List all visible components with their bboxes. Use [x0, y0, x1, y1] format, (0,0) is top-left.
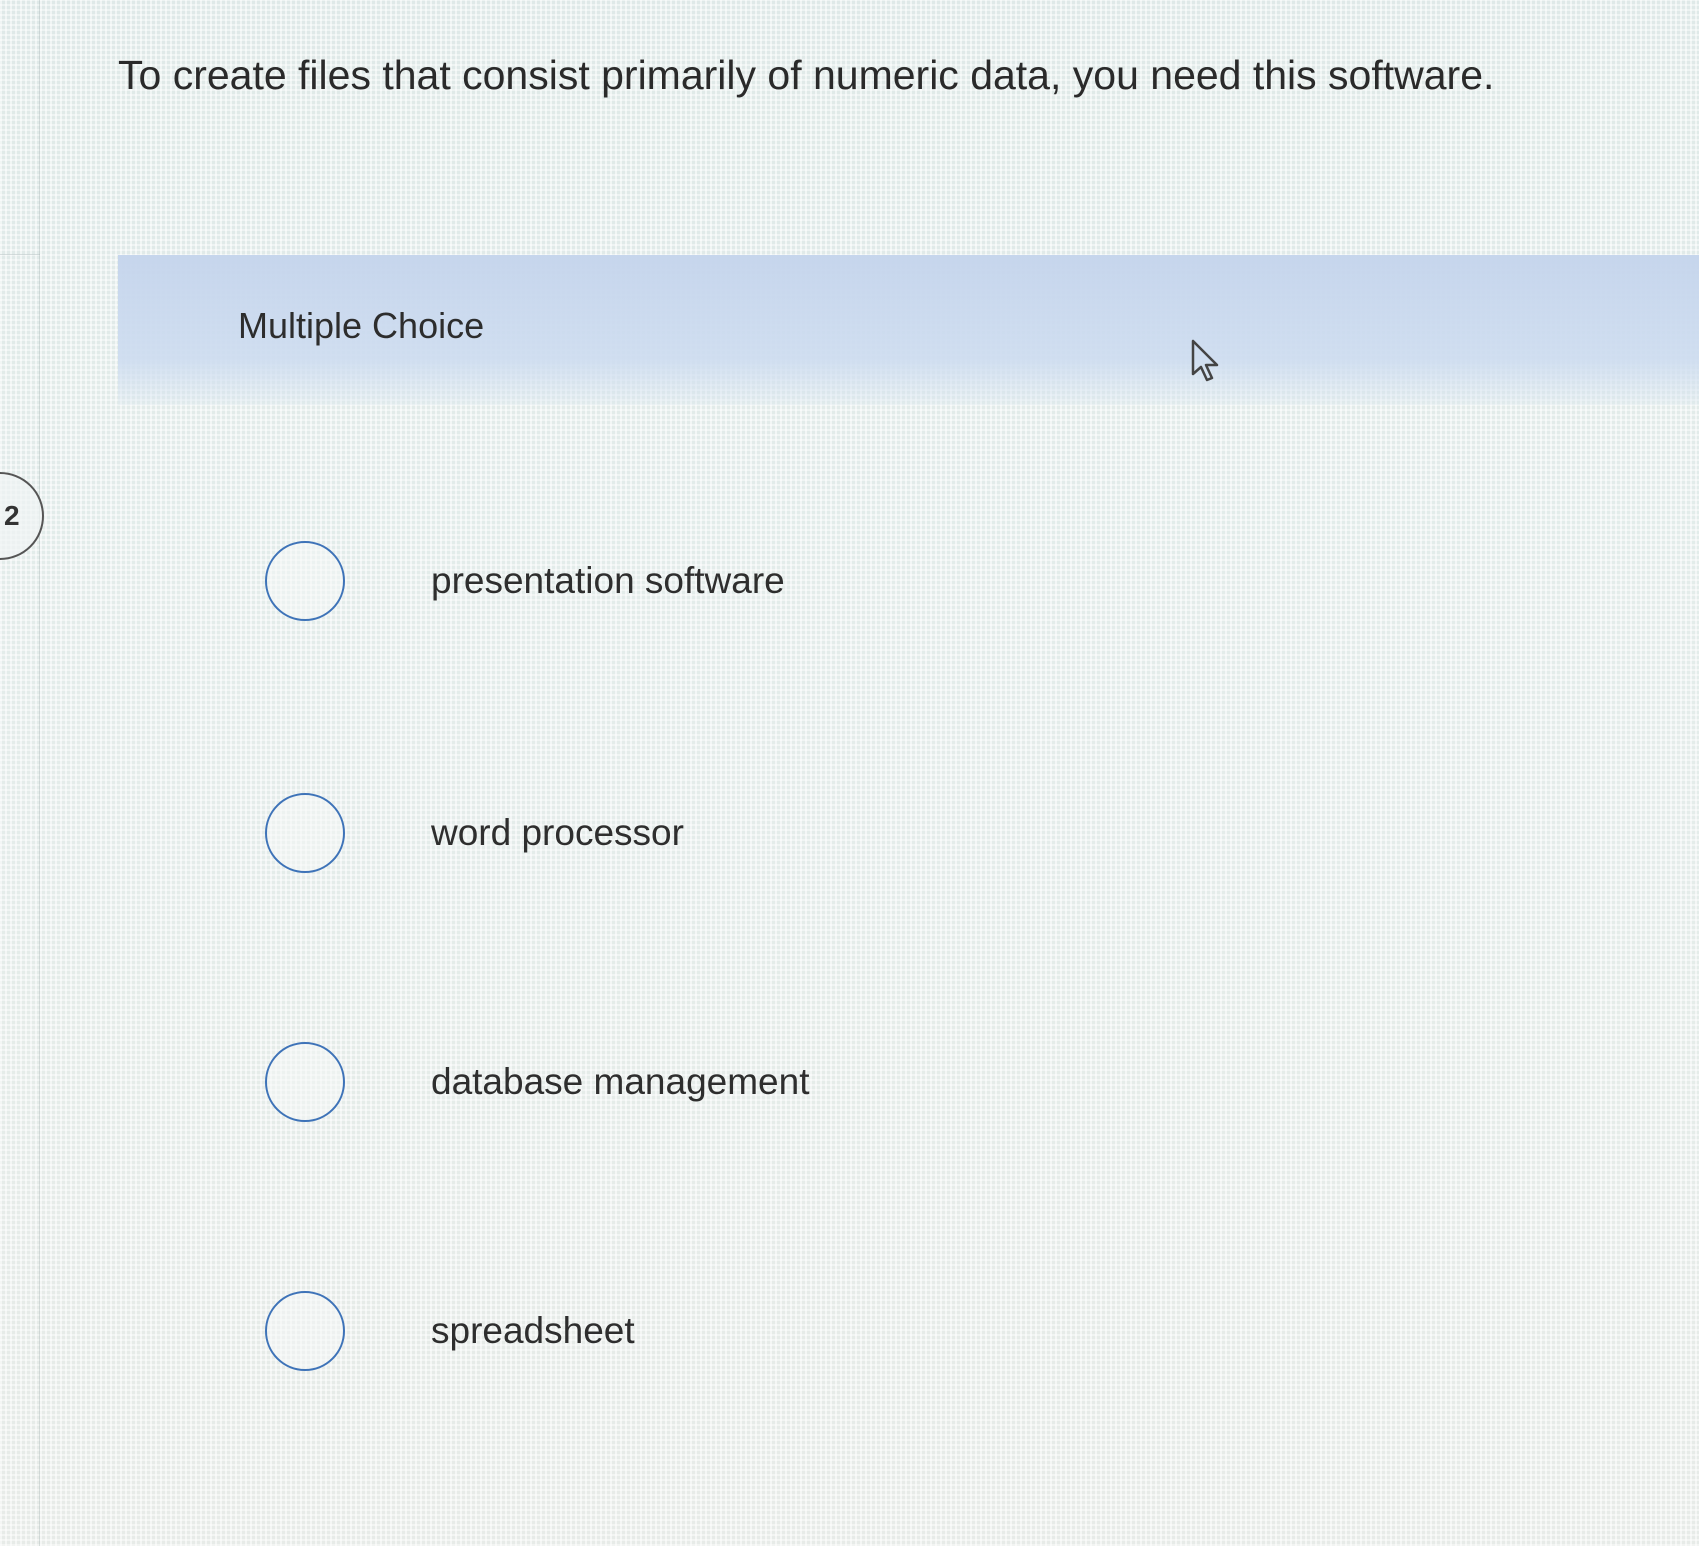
radio-circle-icon[interactable] [265, 1042, 345, 1122]
answer-option-label: word processor [431, 812, 684, 853]
mouse-pointer-icon [1191, 339, 1219, 382]
radio-circle-icon[interactable] [265, 1291, 345, 1371]
radio-circle-icon[interactable] [265, 541, 345, 621]
answer-option-presentation-software[interactable]: presentation software [265, 536, 1165, 626]
question-number: 2 [4, 500, 20, 531]
answer-option-label: database management [431, 1061, 810, 1102]
answer-option-label: presentation software [431, 560, 785, 601]
question-type-banner: Multiple Choice [118, 255, 1699, 405]
question-prompt: To create files that consist primarily o… [118, 52, 1495, 98]
question-type-label: Multiple Choice [238, 305, 485, 346]
left-sidebar-top-panel [0, 0, 40, 255]
answer-option-spreadsheet[interactable]: spreadsheet [265, 1286, 1165, 1376]
answer-option-label: spreadsheet [431, 1310, 635, 1351]
answer-option-database-management[interactable]: database management [265, 1037, 1165, 1127]
radio-circle-icon[interactable] [265, 793, 345, 873]
answer-option-word-processor[interactable]: word processor [265, 788, 1165, 878]
